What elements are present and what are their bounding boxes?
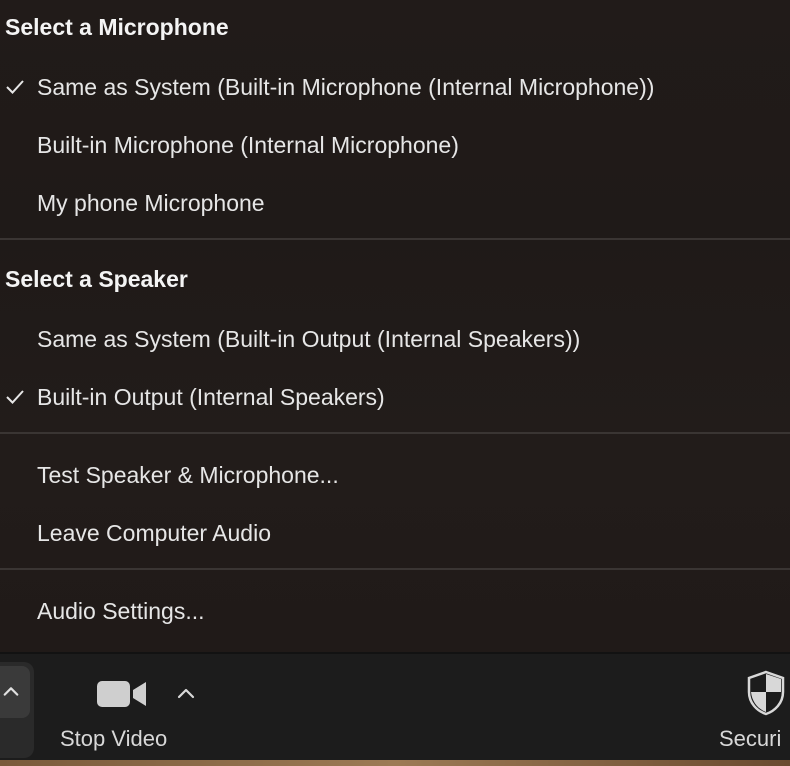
speaker-option-built-in-output[interactable]: Built-in Output (Internal Speakers) [0,374,790,420]
menu-separator [0,238,790,240]
microphone-option-same-as-system[interactable]: Same as System (Built-in Microphone (Int… [0,64,790,110]
checkmark-icon [6,80,24,94]
microphone-option-label: Built-in Microphone (Internal Microphone… [37,132,459,158]
microphone-section-header: Select a Microphone [5,14,229,40]
stop-video-label[interactable]: Stop Video [60,726,167,752]
menu-item-label: Test Speaker & Microphone... [37,462,339,488]
checkmark-icon [6,390,24,404]
meeting-toolbar: Stop Video Securi [0,652,790,766]
menu-separator [0,568,790,570]
microphone-option-built-in[interactable]: Built-in Microphone (Internal Microphone… [0,122,790,168]
audio-options-caret-button[interactable] [0,666,30,718]
speaker-option-label: Built-in Output (Internal Speakers) [37,384,385,410]
speaker-option-label: Same as System (Built-in Output (Interna… [37,326,581,352]
audio-settings-item[interactable]: Audio Settings... [0,588,790,634]
menu-item-label: Audio Settings... [37,598,205,624]
window-bottom-edge [0,760,790,766]
test-speaker-microphone-item[interactable]: Test Speaker & Microphone... [0,452,790,498]
speaker-option-same-as-system[interactable]: Same as System (Built-in Output (Interna… [0,316,790,362]
video-camera-icon[interactable] [96,678,148,710]
menu-item-label: Leave Computer Audio [37,520,271,546]
microphone-option-label: My phone Microphone [37,190,265,216]
audio-menu: Select a Microphone Same as System (Buil… [0,0,790,652]
microphone-option-label: Same as System (Built-in Microphone (Int… [37,74,655,100]
chevron-up-icon [3,687,19,696]
microphone-option-my-phone[interactable]: My phone Microphone [0,180,790,226]
leave-computer-audio-item[interactable]: Leave Computer Audio [0,510,790,556]
menu-separator [0,432,790,434]
speaker-section-header: Select a Speaker [5,266,188,292]
chevron-up-icon[interactable] [176,686,196,700]
security-label[interactable]: Securi [719,726,781,752]
shield-icon[interactable] [746,670,786,716]
